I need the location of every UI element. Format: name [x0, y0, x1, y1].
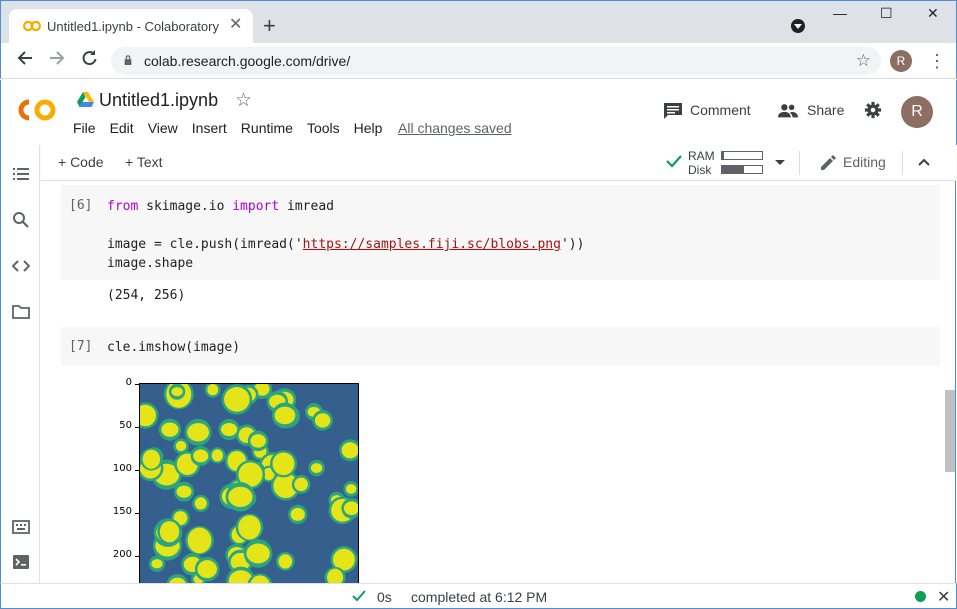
image-plot-output: 0 50 100 150 200	[101, 377, 371, 583]
colab-logo-icon[interactable]	[15, 96, 59, 124]
menu-bar: File Edit View Insert Runtime Tools Help	[73, 120, 396, 136]
notebook-title[interactable]: Untitled1.ipynb	[99, 90, 218, 111]
command-palette-icon[interactable]	[12, 518, 30, 536]
terminal-icon[interactable]	[12, 553, 30, 571]
files-folder-icon[interactable]	[12, 303, 30, 321]
tab-title: Untitled1.ipynb - Colaboratory	[47, 19, 219, 34]
execution-count: [6]	[69, 198, 93, 213]
notebook-toolbar: + Code + Text RAM Disk Editing	[41, 145, 956, 181]
notebook-area: [6] from skimage.io import imread image =…	[41, 181, 956, 583]
user-avatar[interactable]: R	[901, 96, 933, 128]
menu-help[interactable]: Help	[354, 120, 383, 136]
browser-profile-avatar[interactable]: R	[890, 50, 912, 72]
add-code-button[interactable]: + Code	[58, 154, 104, 170]
code-cell[interactable]: [7] cle.imshow(image)	[61, 327, 940, 366]
menu-runtime[interactable]: Runtime	[241, 120, 293, 136]
left-sidebar	[0, 145, 40, 583]
code-line: image = cle.push(imread('https://samples…	[107, 237, 585, 252]
y-tick-label: 100	[112, 463, 132, 474]
star-notebook-icon[interactable]: ☆	[235, 89, 252, 112]
tab-search-icon[interactable]	[791, 19, 805, 33]
code-line: cle.imshow(image)	[107, 340, 241, 355]
browser-toolbar: colab.research.google.com/drive/ ☆	[0, 43, 957, 79]
menu-tools[interactable]: Tools	[307, 120, 340, 136]
ram-label: RAM	[688, 149, 715, 163]
colab-header: Untitled1.ipynb ☆ File Edit View Insert …	[0, 80, 957, 145]
status-bar: 0s completed at 6:12 PM ✕	[0, 583, 957, 609]
menu-view[interactable]: View	[148, 120, 178, 136]
disk-usage-bar	[721, 165, 763, 174]
close-status-icon[interactable]: ✕	[937, 587, 950, 607]
runtime-dropdown-icon[interactable]	[775, 160, 785, 165]
vertical-scrollbar[interactable]	[945, 390, 955, 472]
address-bar[interactable]: colab.research.google.com/drive/ ☆	[111, 47, 881, 75]
code-line: image.shape	[107, 256, 194, 271]
search-icon[interactable]	[12, 211, 30, 229]
minimize-button[interactable]: —	[833, 5, 847, 21]
table-of-contents-icon[interactable]	[12, 165, 30, 183]
toolbar-divider	[902, 151, 903, 175]
y-tick-label: 0	[125, 377, 132, 388]
toolbar-divider	[799, 151, 800, 175]
ram-usage-bar	[721, 151, 763, 160]
back-arrow-icon[interactable]	[13, 49, 37, 73]
code-editor[interactable]: cle.imshow(image)	[107, 338, 240, 357]
comment-icon[interactable]	[663, 102, 683, 120]
menu-file[interactable]: File	[73, 120, 96, 136]
google-drive-icon	[77, 92, 94, 107]
code-line: from skimage.io import imread	[107, 199, 334, 214]
browser-menu-icon[interactable]: ⋮	[928, 50, 946, 72]
reload-icon[interactable]	[77, 49, 101, 73]
connection-status-dot	[915, 591, 926, 602]
y-tick-label: 200	[112, 549, 132, 560]
add-text-button[interactable]: + Text	[125, 154, 163, 170]
tab-close-icon[interactable]: ✕	[229, 17, 242, 33]
execution-time: 0s	[377, 589, 392, 605]
new-tab-button[interactable]: +	[263, 15, 276, 37]
chevron-up-icon[interactable]	[917, 155, 931, 169]
maximize-button[interactable]: ☐	[880, 5, 893, 22]
blobs-image	[139, 383, 359, 583]
menu-edit[interactable]: Edit	[110, 120, 134, 136]
code-editor[interactable]: from skimage.io import imread image = cle…	[107, 197, 584, 273]
y-tick-label: 50	[119, 420, 132, 431]
completed-check-icon	[352, 590, 366, 602]
cell-output-text: (254, 256)	[107, 288, 186, 303]
disk-label: Disk	[688, 163, 712, 177]
close-window-button[interactable]: ✕	[927, 5, 939, 22]
share-people-icon[interactable]	[778, 102, 798, 120]
browser-tab[interactable]: Untitled1.ipynb - Colaboratory ✕	[9, 9, 253, 44]
completion-status: completed at 6:12 PM	[411, 589, 548, 605]
menu-insert[interactable]: Insert	[192, 120, 227, 136]
browser-titlebar: Untitled1.ipynb - Colaboratory ✕ + — ☐ ✕	[0, 0, 957, 44]
editing-mode-button[interactable]: Editing	[843, 154, 886, 170]
code-snippets-icon[interactable]	[12, 257, 30, 275]
colab-favicon-icon	[23, 20, 41, 32]
url-text: colab.research.google.com/drive/	[144, 53, 351, 69]
forward-arrow-icon[interactable]	[45, 49, 69, 73]
bookmark-star-icon[interactable]: ☆	[856, 51, 871, 71]
share-button[interactable]: Share	[807, 102, 844, 118]
comment-button[interactable]: Comment	[690, 102, 751, 118]
settings-gear-icon[interactable]	[863, 101, 883, 119]
code-cell[interactable]: [6] from skimage.io import imread image =…	[61, 185, 940, 280]
pencil-icon	[821, 155, 836, 170]
save-status-link[interactable]: All changes saved	[398, 120, 512, 136]
connected-check-icon	[666, 155, 682, 168]
execution-count: [7]	[69, 339, 93, 354]
y-tick-label: 150	[112, 506, 132, 517]
lock-icon	[124, 55, 132, 65]
